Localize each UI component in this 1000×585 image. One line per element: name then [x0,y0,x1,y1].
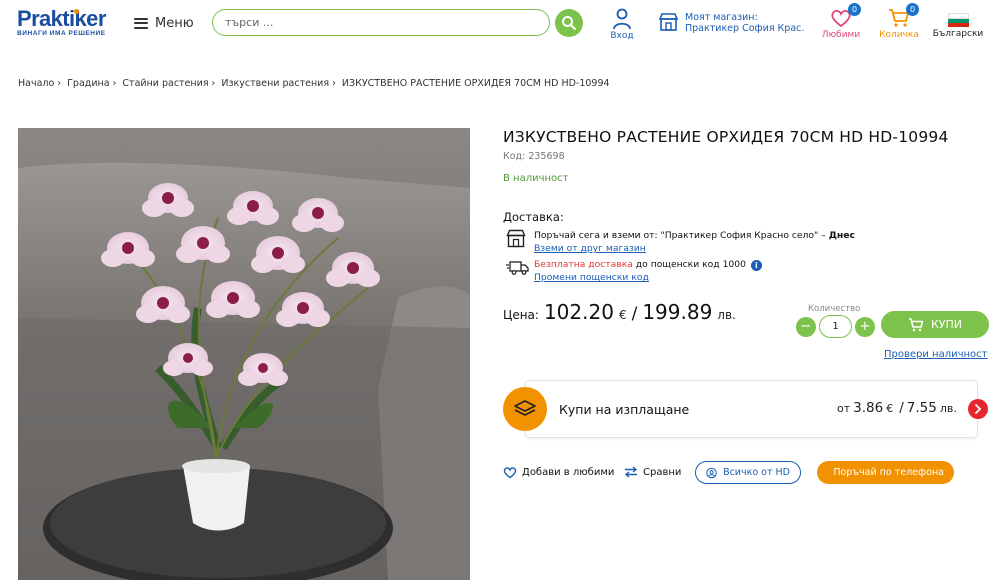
language-label: Български [932,29,984,39]
login-label: Вход [610,31,634,41]
pickup-text: Поръчай сега и вземи от: "Практикер Софи… [534,230,829,241]
cart-button[interactable]: Количка 0 [877,3,921,40]
pickup-when: Днес [828,230,855,241]
installments-prefix: от [837,402,851,415]
installments-separator: / [899,400,904,416]
add-to-favorites-label: Добави в любими [522,467,615,478]
installments-bgn: 7.55 [906,400,937,416]
login-button[interactable]: Вход [608,8,636,41]
search-input[interactable] [213,10,549,35]
logo-tagline: ВИНАГИ ИМА РЕШЕНИЕ [17,30,106,37]
breadcrumb-item[interactable]: Градина [67,78,109,89]
breadcrumb-item[interactable]: Изкуствени растения [221,78,329,89]
breadcrumb: Начало › Градина › Стайни растения › Изкуст… [18,78,610,89]
logo-dot [74,9,79,14]
user-icon [613,8,631,30]
order-by-phone-label: Поръчай по телефона [833,467,944,478]
layers-icon [514,400,536,416]
add-to-favorites-button[interactable]: Добави в любими [503,466,614,479]
brand-badge-icon [706,467,717,478]
compare-arrows-icon [624,466,638,478]
change-postcode-link[interactable]: Промени пощенски код [534,272,649,283]
orchid-photo [18,128,470,580]
check-availability-link[interactable]: Провери наличност [884,349,988,360]
cart-label: Количка [879,30,919,40]
installments-eur-symbol: € [886,402,894,415]
heart-icon [503,467,517,479]
buy-button[interactable]: КУПИ [881,311,989,338]
info-icon[interactable]: i [750,260,762,271]
search-button[interactable] [555,9,583,37]
product-image[interactable] [18,128,470,580]
stock-status: В наличност [503,173,569,184]
store-name: Практикер София Крас... [685,23,805,34]
quantity-decrease-button[interactable]: − [796,317,816,337]
chevron-right-icon [975,404,982,414]
compare-label: Сравни [643,466,682,478]
order-by-phone-button[interactable]: Поръчай по телефона [817,461,954,484]
favorites-label: Любими [821,30,861,40]
hamburger-icon [134,17,148,29]
menu-button[interactable]: Меню [134,13,194,33]
quantity-input[interactable]: 1 [819,315,852,338]
store-pickup-icon [506,229,526,248]
price-bgn: 199.89 [642,300,713,324]
site-header: Praktiker ВИНАГИ ИМА РЕШЕНИЕ Меню Вход М… [0,0,1000,46]
free-delivery-text: Безплатна доставка [534,259,633,270]
installments-arrow-button[interactable] [968,399,988,419]
delivery-truck-icon [506,261,529,275]
menu-label: Меню [155,15,194,31]
postcode-text: до пощенски код 1000 [632,259,746,270]
other-store-link[interactable]: Вземи от друг магазин [534,243,646,254]
buy-label: КУПИ [930,318,962,331]
search-icon [562,16,576,30]
store-heading: Моят магазин: [685,12,758,23]
installments-price: от 3.86 € / 7.55 лв. [837,400,957,416]
price-block: Цена: 102.20 € / 199.89 лв. [503,300,736,324]
bgn-symbol: лв. [717,308,736,322]
price-separator: / [631,304,638,324]
price-label: Цена: [503,308,539,322]
all-from-brand-button[interactable]: Всичко от HD [695,461,801,484]
breadcrumb-item[interactable]: Начало [18,78,54,89]
price-eur: 102.20 [543,300,614,324]
installments-label: Купи на изплащане [559,402,690,417]
cart-count-badge: 0 [906,3,919,16]
delivery-heading: Доставка: [503,210,564,224]
quantity-label: Количество [808,304,861,314]
quantity-increase-button[interactable]: + [855,317,875,337]
language-selector[interactable]: Български [932,13,984,39]
product-code: Код: 235698 [503,151,565,162]
my-store-selector[interactable]: Моят магазин: Практикер София Крас... [658,12,805,34]
installments-bgn-symbol: лв. [939,402,957,415]
installments-eur: 3.86 [853,400,884,416]
breadcrumb-item[interactable]: Стайни растения [122,78,208,89]
favorites-button[interactable]: Любими 0 [821,3,861,40]
compare-button[interactable]: Сравни [624,466,681,478]
breadcrumb-current: ИЗКУСТВЕНО РАСТЕНИЕ ОРХИДЕЯ 70СМ HD HD-1… [341,78,610,89]
store-icon [658,13,679,31]
product-title: ИЗКУСТВЕНО РАСТЕНИЕ ОРХИДЕЯ 70СМ HD HD-1… [503,128,949,146]
praktiker-logo[interactable]: Praktiker ВИНАГИ ИМА РЕШЕНИЕ [17,6,123,39]
installments-badge [503,387,547,431]
logo-wordmark: Praktiker [17,6,106,31]
favorites-count-badge: 0 [848,3,861,16]
all-from-brand-label: Всичко от HD [723,467,790,478]
bulgarian-flag-icon [947,13,969,27]
eur-symbol: € [618,308,627,322]
cart-icon [908,317,924,331]
search-box [212,9,550,36]
